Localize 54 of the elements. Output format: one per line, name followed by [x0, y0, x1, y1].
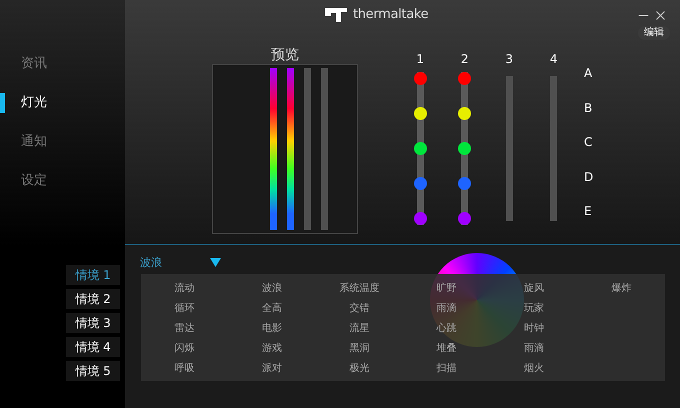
edit-button[interactable]: 编辑 — [638, 26, 670, 40]
led-track[interactable] — [414, 72, 427, 225]
menu-item[interactable]: 闪烁 — [174, 339, 195, 359]
menu-item[interactable]: 旋风 — [524, 279, 544, 299]
menu-item[interactable]: 雨滴 — [524, 339, 544, 359]
menu-item[interactable]: 雷达 — [174, 319, 195, 339]
row-label: D — [584, 170, 594, 184]
channel-label: 3 — [505, 52, 514, 66]
menu-item[interactable]: 雨滴 — [436, 299, 457, 319]
menu-item[interactable]: 扫描 — [436, 359, 457, 379]
sidebar-item[interactable]: 资讯 — [21, 54, 47, 74]
menu-item[interactable]: 流动 — [174, 279, 195, 299]
menu-item[interactable]: 呼吸 — [174, 359, 195, 379]
row-label: C — [584, 135, 594, 149]
menu-item[interactable]: 玩家 — [524, 299, 544, 319]
sidebar-item[interactable]: 设定 — [21, 171, 47, 191]
effect-select[interactable]: 波浪 — [140, 255, 210, 272]
sidebar-item[interactable]: 通知 — [21, 132, 47, 152]
dropdown-caret-icon[interactable] — [210, 258, 221, 267]
preview-title: 预览 — [271, 48, 299, 63]
scene-button[interactable]: 情境 3 — [66, 313, 120, 333]
logo-icon — [325, 8, 347, 22]
sidebar-item[interactable]: 灯光 — [21, 93, 47, 113]
menu-item[interactable]: 时钟 — [524, 319, 544, 339]
menu-item[interactable]: 循环 — [174, 299, 195, 319]
menu-item[interactable]: 游戏 — [262, 339, 282, 359]
row-label: B — [584, 100, 594, 114]
menu-item[interactable]: 爆炸 — [611, 279, 632, 299]
menu-item[interactable]: 流星 — [349, 319, 370, 339]
led-track[interactable] — [506, 76, 513, 221]
menu-item[interactable]: 烟火 — [524, 359, 544, 379]
channel-label: 4 — [550, 52, 558, 66]
menu-item[interactable]: 堆叠 — [436, 339, 457, 359]
menu-item[interactable]: 心跳 — [436, 319, 457, 339]
row-label: E — [584, 204, 593, 218]
scene-button[interactable]: 情境 2 — [66, 289, 120, 309]
menu-item[interactable]: 黑洞 — [349, 339, 370, 359]
brand-name: thermaltake — [353, 6, 428, 24]
scene-button[interactable]: 情境 1 — [66, 265, 120, 285]
channel-label: 1 — [416, 52, 424, 66]
menu-item[interactable]: 交错 — [349, 299, 370, 319]
menu-item[interactable]: 全高 — [262, 299, 282, 319]
menu-item[interactable]: 旷野 — [436, 279, 457, 299]
led-track[interactable] — [550, 76, 558, 221]
menu-item[interactable]: 电影 — [262, 319, 282, 339]
scene-button[interactable]: 情境 4 — [66, 337, 120, 357]
led-track[interactable] — [458, 72, 472, 225]
menu-item[interactable]: 极光 — [349, 359, 370, 379]
menu-item[interactable]: 派对 — [262, 359, 282, 379]
scene-button[interactable]: 情境 5 — [66, 361, 120, 381]
row-label: A — [584, 66, 594, 80]
menu-item[interactable]: 波浪 — [262, 279, 282, 299]
menu-item[interactable]: 系统温度 — [339, 279, 380, 299]
channel-label: 2 — [460, 52, 469, 66]
